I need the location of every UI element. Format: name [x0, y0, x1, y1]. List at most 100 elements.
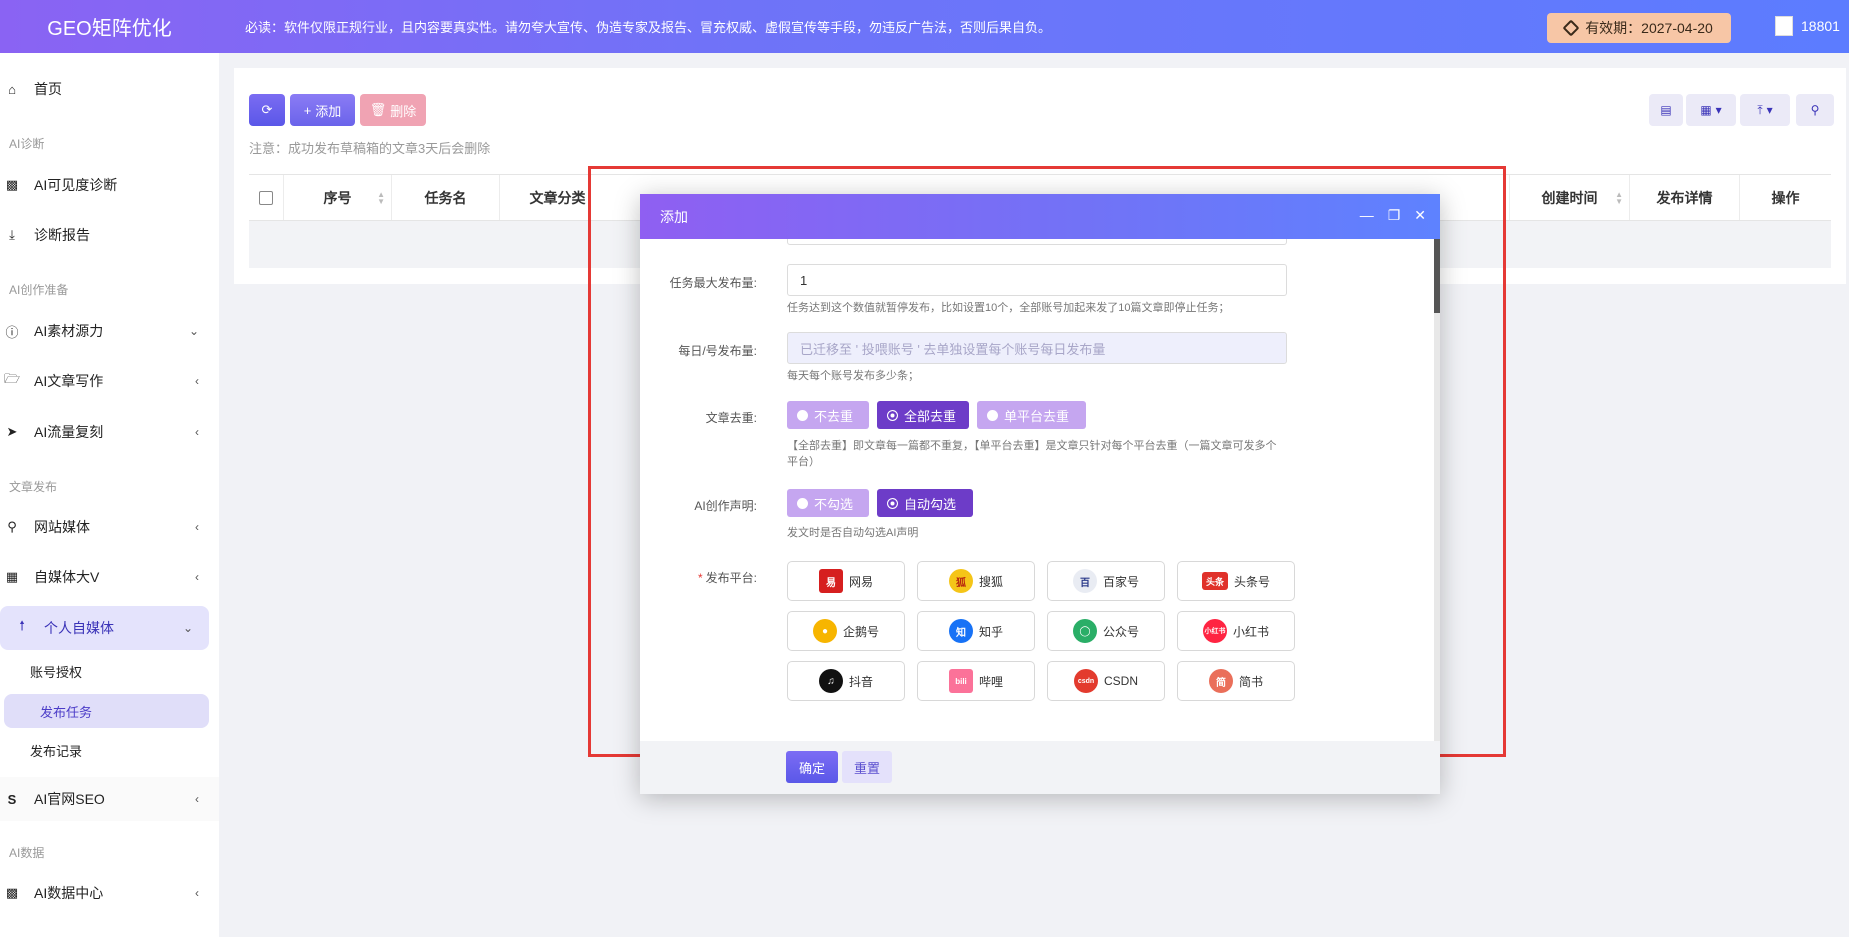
maximize-icon[interactable]: ❐ [1388, 207, 1401, 224]
radio-no-dedupe[interactable]: 不去重 [787, 401, 869, 429]
sidebar-item-website[interactable]: ⚲ 网站媒体 ‹ [0, 505, 219, 549]
sidebar-item-label: 自媒体大V [34, 569, 100, 585]
add-button[interactable]: + 添加 [290, 94, 355, 126]
column-header[interactable]: 任务名 [391, 175, 499, 220]
sidebar-item-material[interactable]: ⓘ AI素材源力 ⌄ [0, 309, 219, 353]
columns-button[interactable]: ▦ ▾ [1686, 94, 1736, 126]
radio-circle [987, 409, 998, 421]
platform-wangyi[interactable]: 易 网易 [787, 561, 905, 601]
seo-icon: S [7, 791, 17, 807]
max-publish-input[interactable]: 1 [787, 264, 1287, 296]
table-view-button[interactable]: ▤ [1649, 94, 1683, 126]
daily-publish-input[interactable]: 已迁移至 ' 投喂账号 ' 去单独设置每个账号每日发布量 [787, 332, 1287, 364]
platform-qie[interactable]: ● 企鹅号 [787, 611, 905, 651]
expiry-text: 有效期：2027-04-20 [1585, 20, 1713, 36]
platform-bilibili[interactable]: bili 哔哩 [917, 661, 1035, 701]
sidebar-item-seo[interactable]: S AI官网SEO ‹ [0, 777, 219, 821]
sidebar-item-label: AI可见度诊断 [34, 177, 118, 193]
platform-name: 简书 [1238, 674, 1263, 689]
close-icon[interactable]: ✕ [1414, 207, 1426, 224]
platform-name: 公众号 [1102, 624, 1139, 639]
radio-ai-uncheck[interactable]: 不勾选 [787, 489, 869, 517]
column-label: 发布详情 [1656, 189, 1713, 206]
previous-field[interactable] [787, 239, 1287, 245]
select-all-checkbox[interactable] [259, 190, 273, 205]
column-header[interactable]: 发布详情 [1629, 175, 1739, 220]
daily-publish-help: 每天每个账号发布多少条； [787, 370, 919, 382]
platform-zhihu[interactable]: 知 知乎 [917, 611, 1035, 651]
platform-toutiao[interactable]: 头条 头条号 [1177, 561, 1295, 601]
daily-publish-label: 每日/号发布量: [678, 344, 757, 358]
dialog-scrollbar[interactable] [1434, 239, 1440, 741]
radio-platform-dedupe[interactable]: 单平台去重 [977, 401, 1086, 429]
dialog-header: 添加 — ❐ ✕ [640, 194, 1440, 239]
dialog-body: 任务最大发布量: 1 任务达到这个数值就暂停发布，比如设置10个，全部账号加起来… [640, 239, 1435, 741]
chevron-left-icon: ‹ [195, 374, 199, 388]
add-label: 添加 [315, 103, 342, 119]
select-all-checkbox-cell [249, 175, 283, 220]
column-header[interactable]: 序号 ▲ ▼ [283, 175, 391, 220]
plus-icon: + [303, 102, 312, 118]
sidebar-item-label: 网站媒体 [34, 519, 90, 535]
user-menu[interactable]: 18801 [1775, 16, 1840, 36]
sidebar-item-writing[interactable]: 🗁 AI文章写作 ‹ [0, 359, 219, 403]
platform-sohu[interactable]: 狐 搜狐 [917, 561, 1035, 601]
jianshu-icon: 简 [1208, 669, 1233, 693]
sidebar-item-bigv[interactable]: ▦ 自媒体大V ‹ [0, 555, 219, 599]
radio-ai-auto[interactable]: 自动勾选 [877, 489, 973, 517]
sidebar-item-visibility[interactable]: ▩ AI可见度诊断 [0, 163, 219, 207]
platform-name: 小红书 [1232, 624, 1269, 639]
sidebar-item-publish-log[interactable]: 发布记录 [30, 741, 82, 760]
search-button[interactable]: ⚲ [1796, 94, 1834, 126]
toutiao-icon: 头条 [1201, 572, 1228, 590]
platform-douyin[interactable]: ♫ 抖音 [787, 661, 905, 701]
sidebar-item-traffic[interactable]: ➤ AI流量复刻 ‹ [0, 410, 219, 454]
sidebar-item-label: AI官网SEO [34, 791, 105, 807]
column-header[interactable]: 操作 [1739, 175, 1831, 220]
radio-all-dedupe[interactable]: 全部去重 [877, 401, 969, 429]
section-ai-prep: AI创作准备 [9, 283, 69, 297]
dialog-footer: 确定 重置 [640, 741, 1440, 794]
sidebar-item-publish-task[interactable]: 发布任务 [4, 694, 209, 728]
sidebar-item-label: AI素材源力 [34, 323, 104, 339]
brand-logo[interactable]: GEO矩阵优化 [0, 12, 219, 41]
platform-xiaohongshu[interactable]: 小红书 小红书 [1177, 611, 1295, 651]
column-header[interactable]: 创建时间 ▲ ▼ [1509, 175, 1629, 220]
sidebar: ⌂ 首页 AI诊断 ▩ AI可见度诊断 ⤓ 诊断报告 AI创作准备 ⓘ AI素材… [0, 53, 219, 937]
sidebar-item-personal[interactable]: 🠕 个人自媒体 ⌄ [0, 606, 209, 650]
export-button[interactable]: ⤒ ▾ [1740, 94, 1790, 126]
sidebar-item-report[interactable]: ⤓ 诊断报告 [0, 213, 219, 257]
scrollbar-thumb[interactable] [1434, 239, 1440, 313]
qie-icon: ● [812, 619, 837, 643]
column-label: 文章分类 [529, 189, 586, 206]
platform-baijiahao[interactable]: 百 百家号 [1047, 561, 1165, 601]
minimize-icon[interactable]: — [1360, 207, 1374, 224]
folder-icon: 🗁 [4, 371, 21, 386]
avatar [1775, 16, 1793, 36]
grid-icon: ▦ [5, 569, 19, 584]
sidebar-item-account-auth[interactable]: 账号授权 [30, 662, 82, 681]
sidebar-item-home[interactable]: ⌂ 首页 [0, 67, 219, 111]
platform-name: CSDN [1103, 674, 1138, 688]
sidebar-item-label: 诊断报告 [34, 227, 90, 243]
refresh-button[interactable]: ⟳ [249, 94, 285, 126]
download-icon: ⤓ [9, 227, 15, 242]
platform-jianshu[interactable]: 简 简书 [1177, 661, 1295, 701]
radio-label: 全部去重 [904, 408, 957, 424]
platform-label: * 发布平台: [697, 571, 757, 585]
wechat-icon: ◯ [1072, 619, 1097, 643]
sidebar-item-data-center[interactable]: ▩ AI数据中心 ‹ [0, 871, 219, 915]
reset-button[interactable]: 重置 [842, 751, 892, 783]
platform-csdn[interactable]: csdn CSDN [1047, 661, 1165, 701]
question-icon: ⓘ [5, 324, 19, 340]
radio-circle [887, 409, 898, 421]
section-ai-data: AI数据 [9, 846, 45, 860]
delete-button[interactable]: 🗑 删除 [360, 94, 426, 126]
column-label: 任务名 [424, 189, 467, 206]
platform-gongzhonghao[interactable]: ◯ 公众号 [1047, 611, 1165, 651]
confirm-button[interactable]: 确定 [786, 751, 838, 783]
platform-label-text: 发布平台: [705, 571, 757, 585]
search-icon: ⚲ [7, 519, 17, 534]
platform-name: 知乎 [978, 624, 1003, 639]
radio-circle [797, 497, 808, 509]
